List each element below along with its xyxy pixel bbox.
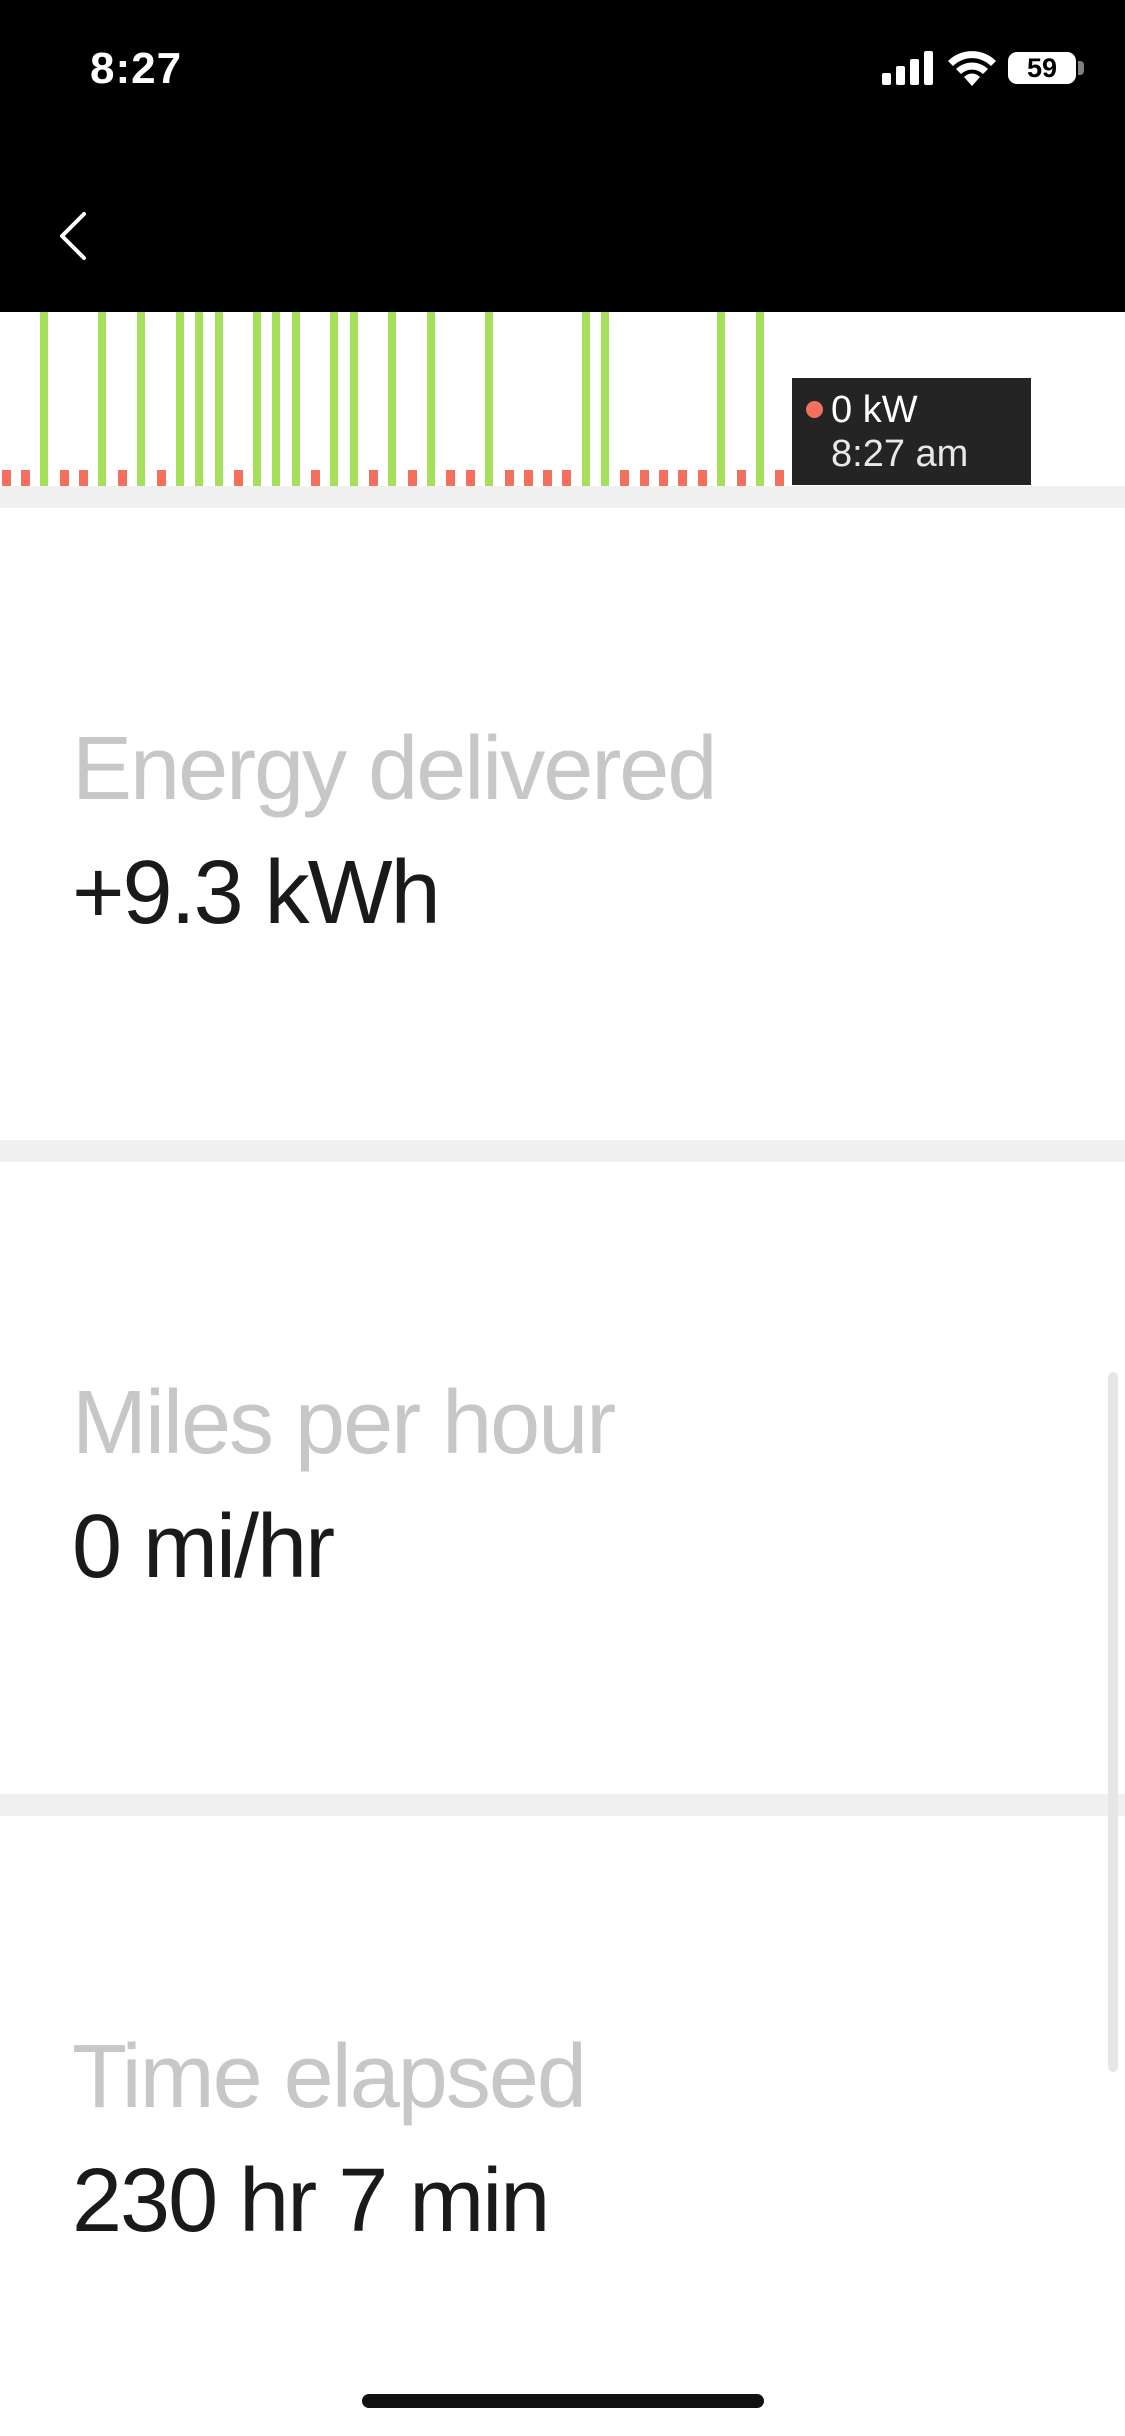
chart-bar-idle bbox=[118, 470, 127, 486]
stat-value: 230 hr 7 min bbox=[72, 2151, 550, 2251]
chart-bar-idle bbox=[408, 470, 417, 486]
chart-bar-charging bbox=[601, 312, 609, 486]
chart-bar-idle bbox=[620, 470, 629, 486]
battery-cap bbox=[1078, 61, 1084, 75]
home-indicator[interactable] bbox=[362, 2394, 764, 2408]
stat-label: Time elapsed bbox=[72, 2027, 587, 2127]
chart-bar-idle bbox=[466, 470, 475, 486]
chart-bar-charging bbox=[388, 312, 396, 486]
section-divider bbox=[0, 1794, 1125, 1816]
tooltip-value: 0 kW bbox=[831, 389, 918, 431]
chart-bar-idle bbox=[737, 470, 746, 486]
chart-bar-charging bbox=[253, 312, 261, 486]
chart-tooltip: 0 kW 8:27 am bbox=[792, 378, 1031, 485]
chart-bar-charging bbox=[330, 312, 338, 486]
chart-bar-charging bbox=[215, 312, 223, 486]
status-time: 8:27 bbox=[90, 44, 183, 93]
chart-bar-idle bbox=[640, 470, 649, 486]
status-bar: 8:27 59 bbox=[0, 0, 1125, 312]
chart-bar-idle bbox=[562, 470, 571, 486]
chart-bar-charging bbox=[350, 312, 358, 486]
chart-bar-charging bbox=[195, 312, 203, 486]
battery-icon: 59 bbox=[1008, 52, 1076, 84]
back-chevron-icon[interactable] bbox=[54, 208, 94, 264]
chart-bar-charging bbox=[756, 312, 764, 486]
chart-bar-idle bbox=[698, 470, 707, 486]
chart-bar-charging bbox=[98, 312, 106, 486]
chart-bar-charging bbox=[427, 312, 435, 486]
chart-bar-idle bbox=[79, 470, 88, 486]
chart-bar-idle bbox=[446, 470, 455, 486]
chart-bar-idle bbox=[505, 470, 514, 486]
energy-delivered-card: Energy delivered +9.3 kWh bbox=[0, 508, 1125, 1140]
chart-bar-idle bbox=[543, 470, 552, 486]
stat-label: Miles per hour bbox=[72, 1373, 616, 1473]
chart-bar-idle bbox=[2, 470, 11, 486]
chart-bar-idle bbox=[659, 470, 668, 486]
chart-bar-idle bbox=[524, 470, 533, 486]
chart-bar-idle bbox=[678, 470, 687, 486]
chart-bar-charging bbox=[40, 312, 48, 486]
chart-bar-charging bbox=[272, 312, 280, 486]
wifi-icon bbox=[948, 51, 996, 86]
stat-value: 0 mi/hr bbox=[72, 1497, 335, 1597]
chart-bar-charging bbox=[137, 312, 145, 486]
chart-bar-idle bbox=[311, 470, 320, 486]
chart-bar-charging bbox=[485, 312, 493, 486]
section-divider bbox=[0, 486, 1125, 508]
chart-bar-idle bbox=[60, 470, 69, 486]
chart-bar-idle bbox=[775, 470, 784, 486]
chart-bar-idle bbox=[21, 470, 30, 486]
tooltip-dot bbox=[806, 401, 823, 418]
miles-per-hour-card: Miles per hour 0 mi/hr bbox=[0, 1162, 1125, 1794]
stat-label: Energy delivered bbox=[72, 719, 717, 819]
stat-value: +9.3 kWh bbox=[72, 843, 441, 943]
scrollbar[interactable] bbox=[1108, 1372, 1118, 2072]
chart-bar-idle bbox=[157, 470, 166, 486]
time-elapsed-card: Time elapsed 230 hr 7 min bbox=[0, 1816, 1125, 2376]
section-divider bbox=[0, 1140, 1125, 1162]
cellular-signal-icon bbox=[882, 51, 933, 85]
chart-bar-charging bbox=[176, 312, 184, 486]
chart-bar-charging bbox=[582, 312, 590, 486]
chart-bar-idle bbox=[234, 470, 243, 486]
chart-bar-idle bbox=[369, 470, 378, 486]
tooltip-time: 8:27 am bbox=[831, 433, 969, 475]
chart-bar-charging bbox=[292, 312, 300, 486]
chart-bar-charging bbox=[717, 312, 725, 486]
